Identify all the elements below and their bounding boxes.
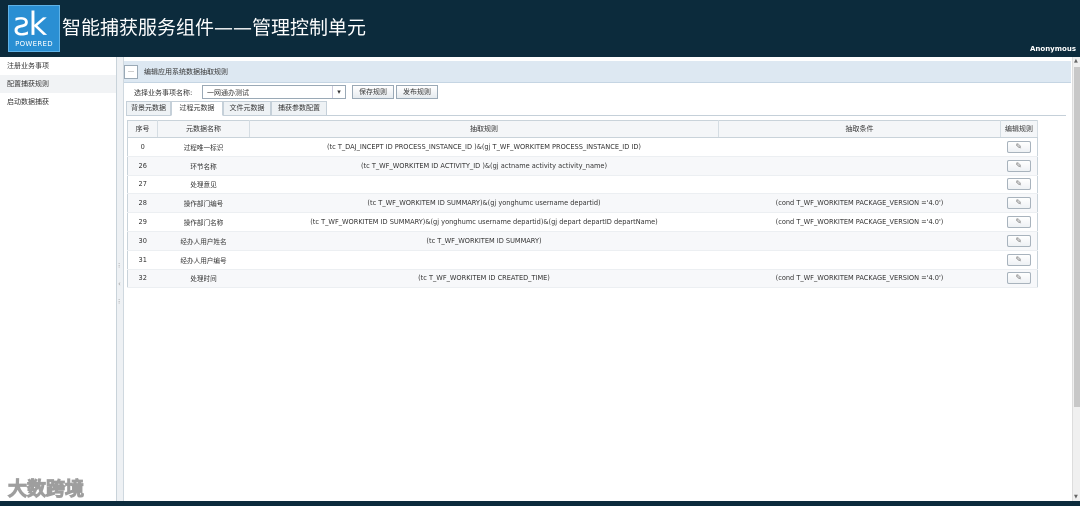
cell-name: 过程唯一标识	[157, 137, 250, 157]
cell-rule	[249, 250, 719, 270]
current-user[interactable]: Anonymous	[1030, 45, 1076, 53]
table-header-row: 序号 元数据名称 抽取规则 抽取条件 编辑规则	[127, 120, 1038, 138]
cell-edit: ✎	[1000, 137, 1038, 157]
panel-title: 编辑应用系统数据抽取规则	[144, 68, 228, 76]
cell-edit: ✎	[1000, 175, 1038, 195]
cell-no: 27	[127, 175, 158, 195]
pencil-icon[interactable]: ✎	[1006, 234, 1031, 247]
metadata-rules-table: 序号 元数据名称 抽取规则 抽取条件 编辑规则 0 过程唯一标识 (tc T_D…	[127, 120, 1038, 289]
sidebar-item-start-capture[interactable]: 启动数据捕获	[0, 93, 116, 111]
panel-splitter[interactable]: ⁝ ‹ ⁝	[117, 57, 124, 501]
pencil-icon[interactable]: ✎	[1006, 178, 1031, 191]
table-row[interactable]: 31 经办人用户编号 ✎	[127, 250, 1038, 270]
table-row[interactable]: 32 处理时间 (tc T_WF_WORKITEM ID CREATED_TIM…	[127, 269, 1038, 289]
tab-capture-params[interactable]: 捕获参数配置	[271, 101, 327, 116]
cell-edit: ✎	[1000, 269, 1038, 289]
pencil-icon[interactable]: ✎	[1006, 140, 1031, 153]
splitter-grip-icon: ⁝ ‹ ⁝	[118, 262, 121, 306]
sidebar-nav: 注册业务事项 配置捕获规则 启动数据捕获	[0, 57, 117, 501]
cell-rule: (tc T_WF_WORKITEM ID ACTIVITY_ID )&(gj a…	[249, 156, 719, 176]
col-header-edit: 编辑规则	[1000, 120, 1038, 138]
app-header: ƨk POWERED 智能捕获服务组件——管理控制单元 Anonymous	[0, 0, 1080, 57]
sidebar-item-register[interactable]: 注册业务事项	[0, 57, 116, 75]
cell-condition: (cond T_WF_WORKITEM PACKAGE_VERSION ='4.…	[718, 193, 1001, 214]
cell-no: 32	[127, 269, 158, 289]
watermark: 大数跨境	[7, 478, 85, 501]
cell-name: 处理意见	[157, 175, 250, 195]
scroll-down-icon[interactable]: ▼	[1074, 494, 1078, 500]
scroll-up-icon[interactable]: ▲	[1074, 58, 1078, 64]
col-header-rule: 抽取规则	[249, 120, 719, 138]
cell-no: 30	[127, 231, 158, 251]
table-row[interactable]: 30 经办人用户姓名 (tc T_WF_WORKITEM ID SUMMARY)…	[127, 231, 1038, 251]
col-header-no: 序号	[127, 120, 158, 138]
metadata-tabs: 背景元数据 过程元数据 文件元数据 捕获参数配置	[126, 101, 1066, 116]
cell-no: 26	[127, 156, 158, 176]
tab-background-metadata[interactable]: 背景元数据	[126, 101, 171, 116]
logo-caption: POWERED	[15, 40, 53, 48]
cell-edit: ✎	[1000, 212, 1038, 232]
cell-name: 经办人用户编号	[157, 250, 250, 270]
cell-name: 环节名称	[157, 156, 250, 176]
chevron-down-icon[interactable]: ▾	[332, 86, 345, 98]
logo-mark: ƨk	[13, 5, 47, 43]
col-header-name: 元数据名称	[157, 120, 250, 138]
select-value: 一网通办测试	[207, 89, 249, 97]
cell-edit: ✎	[1000, 156, 1038, 176]
cell-condition	[718, 231, 1001, 251]
business-item-select[interactable]: 一网通办测试 ▾	[202, 85, 346, 99]
rule-toolbar: 选择业务事项名称: 一网通办测试 ▾ 保存规则 发布规则	[130, 84, 1063, 102]
cell-condition	[718, 137, 1001, 157]
cell-rule: (tc T_WF_WORKITEM ID CREATED_TIME)	[249, 269, 719, 289]
pencil-icon[interactable]: ✎	[1006, 253, 1031, 266]
bottom-bar	[0, 501, 1080, 506]
tab-process-metadata[interactable]: 过程元数据	[171, 101, 223, 116]
cell-name: 经办人用户姓名	[157, 231, 250, 251]
cell-no: 29	[127, 212, 158, 232]
table-row[interactable]: 27 处理意见 ✎	[127, 175, 1038, 195]
cell-edit: ✎	[1000, 231, 1038, 251]
cell-no: 0	[127, 137, 158, 157]
cell-no: 31	[127, 250, 158, 270]
cell-rule: (tc T_WF_WORKITEM ID SUMMARY)&(gj yonghu…	[249, 193, 719, 214]
cell-condition	[718, 156, 1001, 176]
app-title: 智能捕获服务组件——管理控制单元	[62, 17, 367, 39]
cell-edit: ✎	[1000, 250, 1038, 270]
pencil-icon[interactable]: ✎	[1006, 216, 1031, 229]
cell-no: 28	[127, 193, 158, 214]
table-row[interactable]: 29 操作部门名称 (tc T_WF_WORKITEM ID SUMMARY)&…	[127, 212, 1038, 232]
cell-condition	[718, 250, 1001, 270]
cell-condition: (cond T_WF_WORKITEM PACKAGE_VERSION ='4.…	[718, 212, 1001, 232]
cell-rule: (tc T_DAJ_INCEPT ID PROCESS_INSTANCE_ID …	[249, 137, 719, 157]
pencil-icon[interactable]: ✎	[1006, 272, 1031, 285]
cell-rule	[249, 175, 719, 195]
publish-rule-button[interactable]: 发布规则	[396, 85, 438, 99]
cell-name: 处理时间	[157, 269, 250, 289]
cell-condition: (cond T_WF_WORKITEM PACKAGE_VERSION ='4.…	[718, 269, 1001, 289]
main-content: … 编辑应用系统数据抽取规则 选择业务事项名称: 一网通办测试 ▾ 保存规则 发…	[124, 57, 1071, 501]
sidebar-item-configure-rules[interactable]: 配置捕获规则	[0, 75, 116, 93]
cell-edit: ✎	[1000, 193, 1038, 214]
pencil-icon[interactable]: ✎	[1006, 159, 1031, 172]
tab-file-metadata[interactable]: 文件元数据	[223, 101, 271, 116]
select-label: 选择业务事项名称:	[134, 89, 193, 97]
table-row[interactable]: 26 环节名称 (tc T_WF_WORKITEM ID ACTIVITY_ID…	[127, 156, 1038, 176]
save-rule-button[interactable]: 保存规则	[352, 85, 394, 99]
table-row[interactable]: 28 操作部门编号 (tc T_WF_WORKITEM ID SUMMARY)&…	[127, 193, 1038, 214]
panel-header: … 编辑应用系统数据抽取规则	[124, 61, 1071, 83]
brand-logo: ƨk POWERED	[8, 5, 60, 52]
cell-rule: (tc T_WF_WORKITEM ID SUMMARY)	[249, 231, 719, 251]
cell-rule: (tc T_WF_WORKITEM ID SUMMARY)&(gj yonghu…	[249, 212, 719, 232]
collapse-icon[interactable]: …	[124, 65, 138, 79]
pencil-icon[interactable]: ✎	[1006, 197, 1031, 210]
vertical-scrollbar[interactable]: ▲ ▼	[1072, 57, 1080, 501]
col-header-condition: 抽取条件	[718, 120, 1001, 138]
cell-name: 操作部门名称	[157, 212, 250, 232]
cell-name: 操作部门编号	[157, 193, 250, 214]
scrollbar-thumb[interactable]	[1074, 67, 1080, 407]
cell-condition	[718, 175, 1001, 195]
table-row[interactable]: 0 过程唯一标识 (tc T_DAJ_INCEPT ID PROCESS_INS…	[127, 137, 1038, 157]
